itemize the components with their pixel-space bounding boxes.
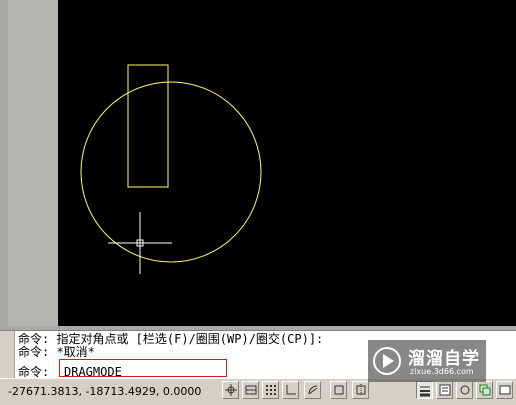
qp-toggle[interactable] [436,381,453,399]
ortho-toggle[interactable] [262,381,279,399]
left-toolbar-panel [8,0,59,330]
command-history-line-1: 命令: 指定对角点或 [栏选(F)/圈围(WP)/圈交(CP)]: [18,332,324,346]
left-toolbar-frame [0,0,59,330]
watermark-title: 溜溜自学 [408,349,480,369]
status-bar: -27671.3813, -18713.4929, 0.0000 [0,378,516,405]
ortho-icon [286,385,296,395]
lineweight-icon [420,386,430,397]
command-input-highlight [59,359,227,377]
drawing-canvas[interactable] [58,0,516,326]
rectangle-entity[interactable] [127,64,169,188]
grid-icon [266,385,276,395]
otrack-icon [356,384,366,396]
tray-settings-button[interactable] [476,381,493,399]
snap-icon [225,384,237,396]
watermark: 溜溜自学 zixue.3d66.com [368,340,486,382]
otrack-toggle[interactable] [330,381,347,399]
ucs-toggle[interactable] [352,381,369,399]
coordinate-readout[interactable]: -27671.3813, -18713.4929, 0.0000 [8,385,201,398]
crosshair-cursor [108,212,172,274]
sc-icon [460,385,470,395]
play-logo-icon [373,347,401,375]
clean-screen-icon [499,385,511,395]
polar-icon [308,385,318,395]
command-prompt-label: 命令: [18,365,50,379]
lineweight-toggle[interactable] [416,381,433,399]
circle-entity[interactable] [80,81,262,263]
command-history-line-2: 命令: *取消* [18,345,95,359]
snap-toggle[interactable] [222,381,239,399]
osnap-toggle[interactable] [304,381,321,399]
qp-icon [439,384,451,396]
clean-screen-button[interactable] [496,381,513,399]
grid-toggle[interactable] [242,381,259,399]
tray-icon [479,384,491,396]
grid-icon [245,385,257,395]
polar-toggle[interactable] [282,381,299,399]
drawing-entities [80,64,262,274]
command-window-grip[interactable] [0,331,15,379]
sc-toggle[interactable] [456,381,473,399]
osnap-icon [334,385,344,395]
watermark-subtitle: zixue.3d66.com [410,367,474,376]
